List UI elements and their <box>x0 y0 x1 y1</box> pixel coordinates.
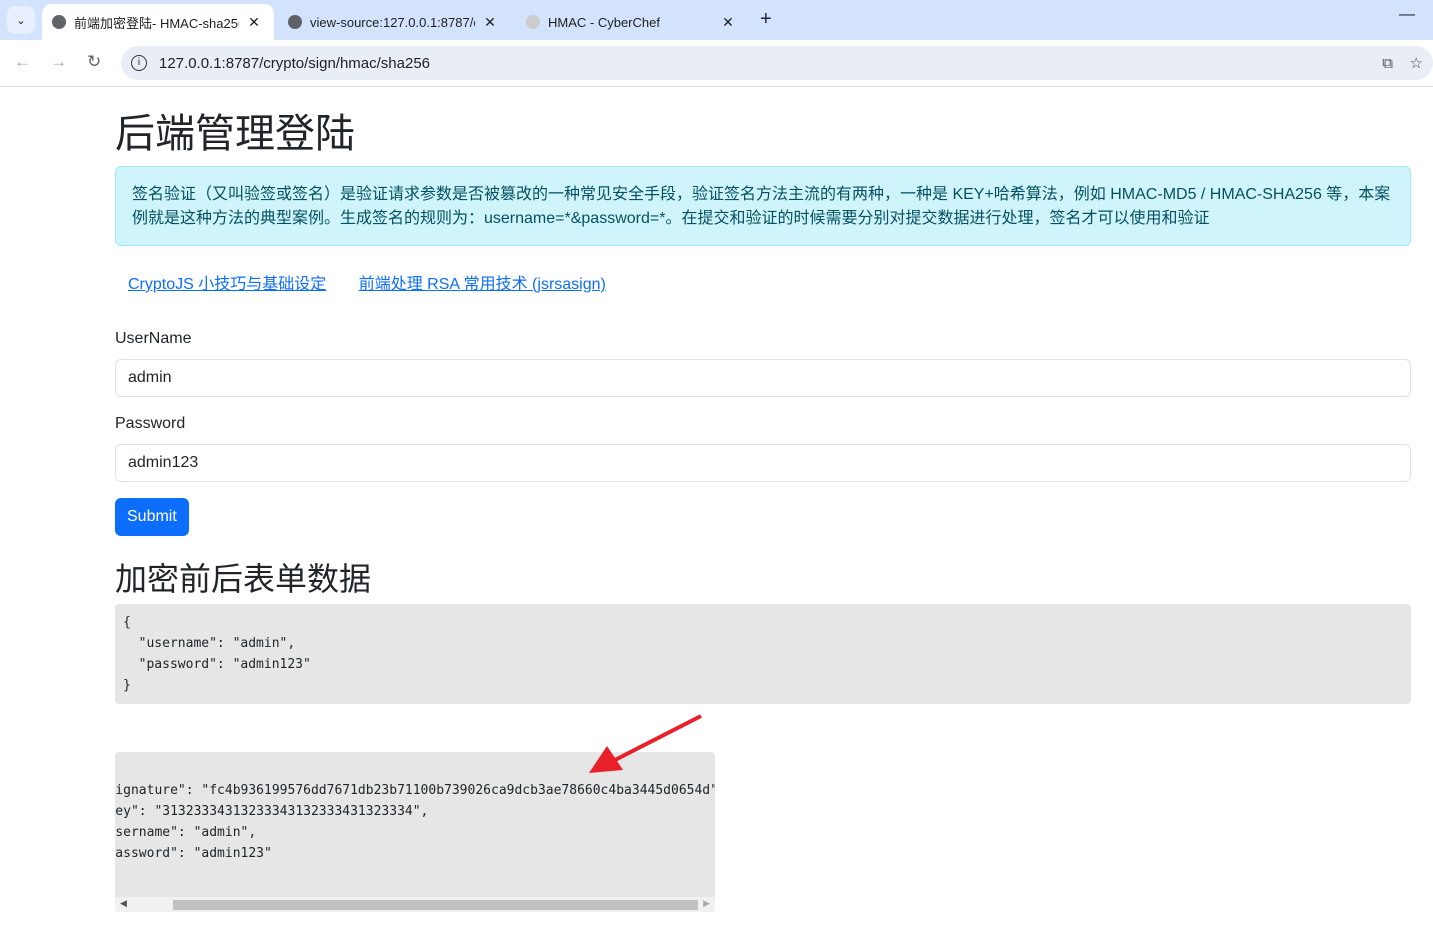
new-tab-button[interactable]: + <box>760 8 772 31</box>
tab-title: HMAC - CyberChef <box>548 14 660 30</box>
horizontal-scrollbar[interactable]: ◀ ▶ <box>115 897 715 913</box>
link-cryptojs[interactable]: CryptoJS 小技巧与基础设定 <box>128 276 326 293</box>
tab-title: view-source:127.0.0.1:8787/crypto <box>310 14 475 30</box>
scrollbar-thumb[interactable] <box>173 900 698 911</box>
bookmark-star-icon[interactable]: ☆ <box>1410 54 1423 72</box>
reload-button[interactable]: ↻ <box>87 52 101 72</box>
annotation-arrow-icon <box>589 714 702 773</box>
password-label: Password <box>115 415 186 432</box>
forward-button[interactable]: → <box>50 52 67 72</box>
tab-active[interactable]: 前端加密登陆- HMAC-sha256 ✕ <box>42 4 274 40</box>
close-tab-icon[interactable]: ✕ <box>481 14 499 31</box>
password-input[interactable] <box>115 444 1411 482</box>
scroll-left-arrow-icon[interactable]: ◀ <box>120 898 127 909</box>
tab-search-button[interactable]: ⌄ <box>7 6 35 34</box>
chevron-down-icon: ⌄ <box>16 14 26 27</box>
username-label: UserName <box>115 330 192 347</box>
tab-bar: ⌄ 前端加密登陆- HMAC-sha256 ✕ view-source:127.… <box>0 0 1433 40</box>
browser-toolbar: ← → ↻ i 127.0.0.1:8787/crypto/sign/hmac/… <box>0 40 1433 87</box>
chef-hat-icon <box>526 15 540 29</box>
related-links: CryptoJS 小技巧与基础设定 前端处理 RSA 常用技术 (jsrsasi… <box>115 270 1411 294</box>
url-text[interactable]: 127.0.0.1:8787/crypto/sign/hmac/sha256 <box>159 55 430 72</box>
close-tab-icon[interactable]: ✕ <box>719 14 737 31</box>
address-bar[interactable]: i 127.0.0.1:8787/crypto/sign/hmac/sha256… <box>121 46 1433 80</box>
tab-cyberchef[interactable]: HMAC - CyberChef ✕ <box>516 4 748 40</box>
username-input[interactable] <box>115 359 1411 397</box>
tab-view-source[interactable]: view-source:127.0.0.1:8787/crypto ✕ <box>278 4 510 40</box>
page-content: 后端管理登陆 签名验证（又叫验签或签名）是验证请求参数是否被篡改的一种常见安全手… <box>115 88 1411 913</box>
translate-icon[interactable]: ⧉ <box>1382 55 1393 72</box>
site-info-icon[interactable]: i <box>131 55 147 71</box>
close-tab-icon[interactable]: ✕ <box>245 14 263 31</box>
globe-icon <box>52 15 66 29</box>
page-title: 后端管理登陆 <box>115 112 355 156</box>
minimize-button[interactable]: — <box>1399 6 1415 24</box>
submit-button[interactable]: Submit <box>115 498 189 536</box>
back-button[interactable]: ← <box>14 52 31 72</box>
before-encryption-json: { "username": "admin", "password": "admi… <box>115 604 1411 705</box>
link-rsa-jsrsasign[interactable]: 前端处理 RSA 常用技术 (jsrsasign) <box>359 276 606 293</box>
globe-icon <box>288 15 302 29</box>
info-alert: 签名验证（又叫验签或签名）是验证请求参数是否被篡改的一种常见安全手段，验证签名方… <box>115 166 1411 246</box>
tab-title: 前端加密登陆- HMAC-sha256 <box>74 15 239 31</box>
scroll-right-arrow-icon[interactable]: ▶ <box>703 898 710 909</box>
section-title: 加密前后表单数据 <box>115 561 372 597</box>
